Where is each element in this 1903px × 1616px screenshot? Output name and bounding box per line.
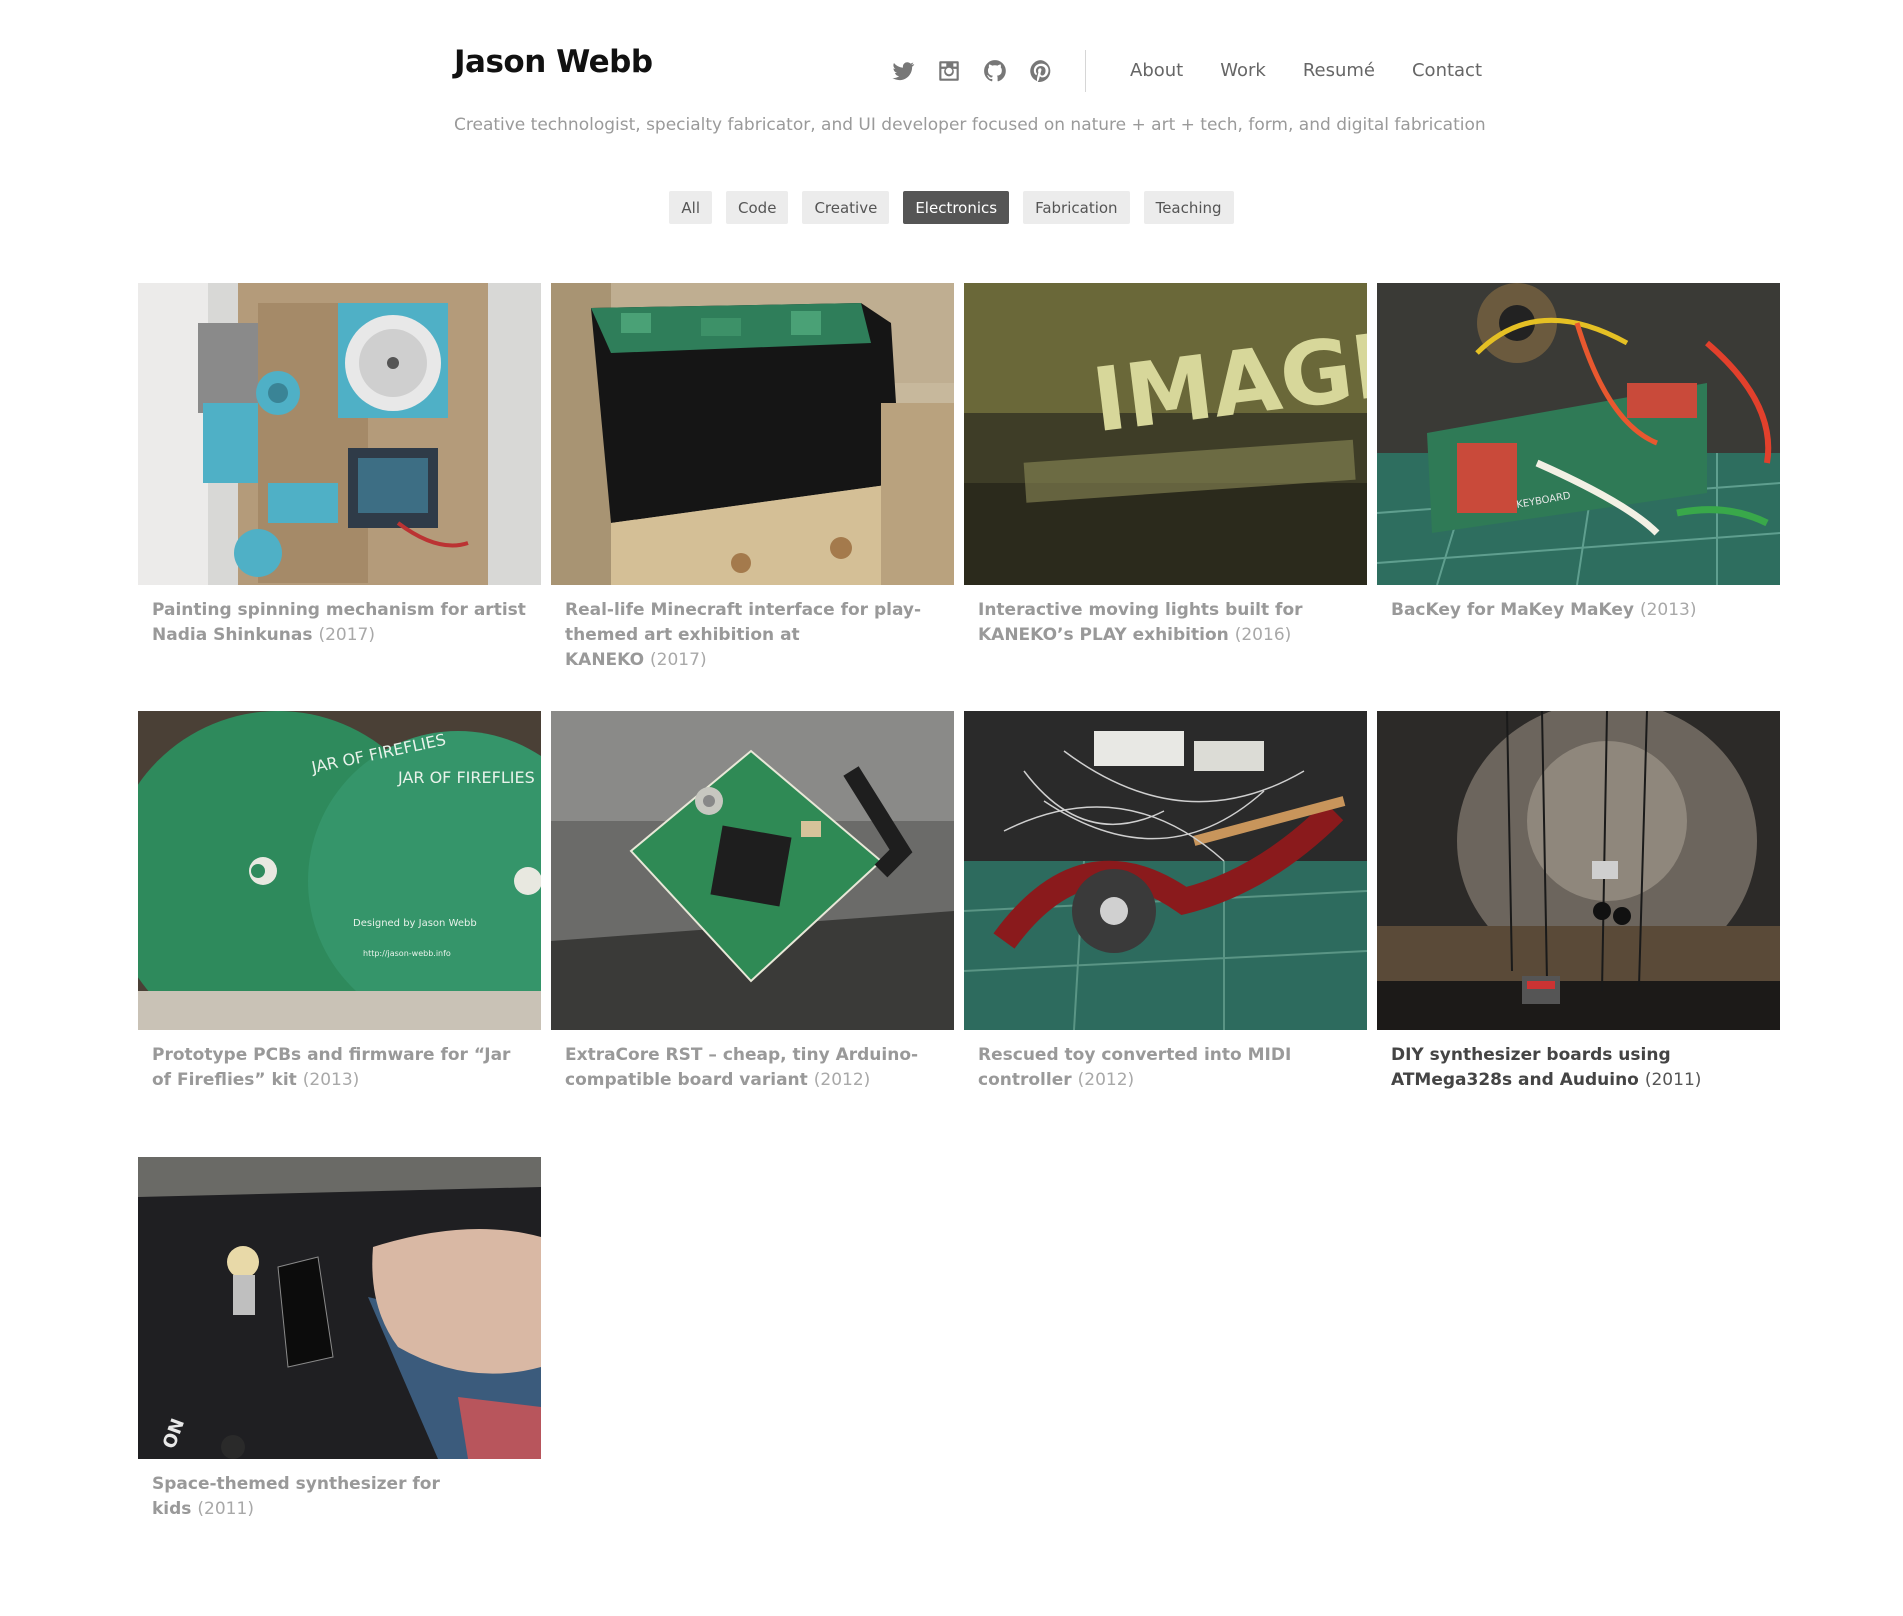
filter-creative[interactable]: Creative	[802, 191, 890, 224]
project-year: (2012)	[813, 1070, 871, 1090]
project-caption[interactable]: Rescued toy converted into MIDI controll…	[964, 1030, 1367, 1093]
project-card-moving-lights[interactable]: IMAGIN Interactive moving lights built f…	[964, 283, 1367, 648]
filter-electronics[interactable]: Electronics	[903, 191, 1010, 224]
twitter-icon[interactable]	[890, 58, 916, 84]
project-year: (2016)	[1234, 625, 1292, 645]
filter-all[interactable]: All	[669, 191, 713, 224]
project-caption[interactable]: Painting spinning mechanism for artist N…	[138, 585, 541, 648]
project-year: (2011)	[197, 1499, 254, 1519]
nav-resume[interactable]: Resumé	[1303, 60, 1375, 81]
project-title[interactable]: Space-themed synthesizer for kids	[152, 1474, 440, 1519]
project-card-diy-synthesizer[interactable]: DIY synthesizer boards using ATMega328s …	[1377, 711, 1780, 1093]
pcb-silkscreen-title-2: JAR OF FIREFLIES	[397, 768, 535, 787]
project-thumbnail[interactable]	[1377, 711, 1780, 1030]
project-caption[interactable]: DIY synthesizer boards using ATMega328s …	[1377, 1030, 1780, 1093]
pcb-silkscreen-credit: Designed by Jason Webb	[353, 918, 477, 929]
social-links	[890, 58, 1054, 84]
nav-contact[interactable]: Contact	[1412, 60, 1482, 81]
pinterest-icon[interactable]	[1028, 58, 1054, 84]
nav-about[interactable]: About	[1130, 60, 1183, 81]
project-title[interactable]: DIY synthesizer boards using ATMega328s …	[1391, 1045, 1671, 1090]
project-title[interactable]: Real-life Minecraft interface for play-t…	[565, 600, 921, 670]
project-card-midi-controller[interactable]: Rescued toy converted into MIDI controll…	[964, 711, 1367, 1093]
filter-code[interactable]: Code	[726, 191, 789, 224]
project-thumbnail[interactable]	[138, 283, 541, 585]
project-year: (2013)	[302, 1070, 360, 1090]
project-card-minecraft-interface[interactable]: Real-life Minecraft interface for play-t…	[551, 283, 954, 673]
project-thumbnail[interactable]	[551, 711, 954, 1030]
project-title[interactable]: Rescued toy converted into MIDI controll…	[978, 1045, 1291, 1090]
project-caption[interactable]: Interactive moving lights built for KANE…	[964, 585, 1367, 648]
filter-bar: All Code Creative Electronics Fabricatio…	[0, 191, 1903, 224]
filter-fabrication[interactable]: Fabrication	[1023, 191, 1130, 224]
project-card-extracore-rst[interactable]: ExtraCore RST – cheap, tiny Arduino-comp…	[551, 711, 954, 1093]
github-icon[interactable]	[982, 58, 1008, 84]
project-card-backey[interactable]: KEYBOARD BacKey for MaKey MaKey (2013)	[1377, 283, 1780, 623]
tagline: Creative technologist, specialty fabrica…	[454, 115, 1486, 135]
project-thumbnail[interactable]	[964, 711, 1367, 1030]
project-year: (2017)	[650, 650, 707, 670]
project-thumbnail[interactable]: IMAGIN	[964, 283, 1367, 585]
nav-work[interactable]: Work	[1220, 60, 1266, 81]
site-title[interactable]: Jason Webb	[454, 44, 653, 80]
main-nav: About Work Resumé Contact	[1130, 60, 1482, 81]
project-card-space-synthesizer[interactable]: ON Space-themed synthesizer for kids (201…	[138, 1157, 541, 1522]
project-year: (2011)	[1644, 1070, 1702, 1090]
project-card-jar-of-fireflies[interactable]: JAR OF FIREFLIES JAR OF FIREFLIES Design…	[138, 711, 541, 1093]
project-thumbnail[interactable]	[551, 283, 954, 585]
instagram-icon[interactable]	[936, 58, 962, 84]
project-thumbnail[interactable]: ON	[138, 1157, 541, 1459]
project-caption[interactable]: ExtraCore RST – cheap, tiny Arduino-comp…	[551, 1030, 954, 1093]
pcb-silkscreen-url: http://jason-webb.info	[363, 949, 451, 958]
project-caption[interactable]: Prototype PCBs and firmware for “Jar of …	[138, 1030, 541, 1093]
nav-divider	[1085, 50, 1086, 92]
project-thumbnail[interactable]: KEYBOARD	[1377, 283, 1780, 585]
project-caption[interactable]: BacKey for MaKey MaKey (2013)	[1377, 585, 1780, 623]
project-year: (2012)	[1077, 1070, 1135, 1090]
filter-teaching[interactable]: Teaching	[1143, 191, 1234, 224]
project-thumbnail[interactable]: JAR OF FIREFLIES JAR OF FIREFLIES Design…	[138, 711, 541, 1030]
project-caption[interactable]: Space-themed synthesizer for kids (2011)	[138, 1459, 541, 1522]
project-year: (2013)	[1639, 600, 1697, 620]
project-caption[interactable]: Real-life Minecraft interface for play-t…	[551, 585, 954, 673]
project-year: (2017)	[318, 625, 375, 645]
project-card-painting-mechanism[interactable]: Painting spinning mechanism for artist N…	[138, 283, 541, 648]
project-title[interactable]: BacKey for MaKey MaKey	[1391, 600, 1634, 620]
